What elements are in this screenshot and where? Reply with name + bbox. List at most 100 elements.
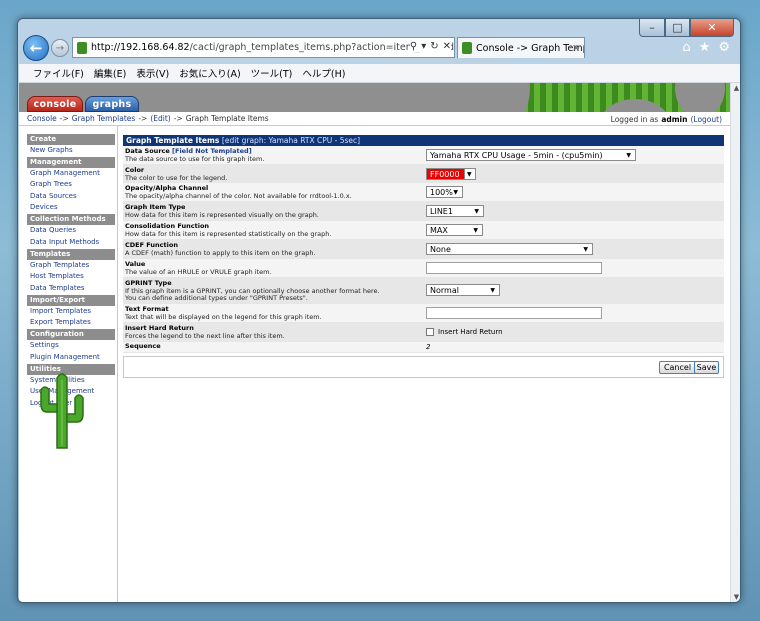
- field-text-format: Text Format Text that will be displayed …: [123, 304, 724, 323]
- field-color: Color The color to use for the legend. F…: [123, 165, 724, 183]
- sidebar-divider: [117, 126, 118, 602]
- field-opacity: Opacity/Alpha Channel The opacity/alpha …: [123, 183, 724, 202]
- sidebar-item-import-templates[interactable]: Import Templates: [27, 306, 115, 318]
- tab-graphs[interactable]: graphs: [85, 96, 139, 112]
- form-title-text: Graph Template Items: [126, 136, 220, 145]
- sidebar-item-data-queries[interactable]: Data Queries: [27, 225, 115, 237]
- opacity-value: 100%: [430, 187, 453, 197]
- cdef-value: None: [430, 244, 451, 254]
- chevron-down-icon: ▼: [626, 151, 631, 159]
- dropdown-arrow-icon[interactable]: ▾: [421, 41, 426, 52]
- menu-edit[interactable]: 編集(E): [94, 66, 126, 80]
- item-type-select[interactable]: LINE1 ▼: [426, 205, 484, 217]
- tab-title: Console -> Graph Templ...: [476, 42, 584, 54]
- breadcrumb-graph-templates[interactable]: Graph Templates: [72, 114, 136, 123]
- browser-tab[interactable]: Console -> Graph Templ... ×: [457, 37, 585, 58]
- data-source-value: Yamaha RTX CPU Usage - 5min - (cpu5min): [430, 150, 603, 160]
- chevron-down-icon: ▼: [467, 170, 472, 178]
- login-prefix: Logged in as: [610, 114, 659, 124]
- sidebar-heading-management: Management: [27, 156, 115, 168]
- menu-file[interactable]: ファイル(F): [33, 66, 84, 80]
- color-desc: The color to use for the legend.: [125, 173, 228, 182]
- breadcrumb-console[interactable]: Console: [27, 114, 57, 123]
- address-bar[interactable]: http://192.168.64.82/cacti/graph_templat…: [72, 37, 455, 58]
- sidebar-item-data-input-methods[interactable]: Data Input Methods: [27, 237, 115, 249]
- text-format-input[interactable]: [426, 307, 602, 319]
- value-control: [426, 262, 602, 274]
- scroll-up-icon[interactable]: ▲: [731, 83, 740, 94]
- forward-arrow-icon[interactable]: →: [51, 39, 69, 57]
- opacity-select[interactable]: 100% ▼: [426, 186, 463, 198]
- hard-return-checkbox-label[interactable]: Insert Hard Return: [438, 328, 503, 336]
- menu-view[interactable]: 表示(V): [136, 66, 169, 80]
- field-graph-item-type-label: Graph Item Type How data for this item i…: [125, 203, 420, 219]
- sidebar-heading-collection-methods: Collection Methods: [27, 214, 115, 225]
- breadcrumb-separator: ->: [173, 114, 183, 123]
- color-swatch-select[interactable]: FF0000: [426, 168, 464, 180]
- back-arrow-icon[interactable]: ←: [23, 35, 49, 61]
- breadcrumb-separator: ->: [138, 114, 148, 123]
- consolidation-value: MAX: [430, 225, 448, 235]
- gprint-select[interactable]: Normal ▼: [426, 284, 500, 296]
- sidebar-item-data-sources[interactable]: Data Sources: [27, 191, 115, 203]
- home-icon[interactable]: ⌂: [682, 40, 690, 55]
- field-graph-item-type: Graph Item Type How data for this item i…: [123, 202, 724, 221]
- breadcrumb-current: Graph Template Items: [185, 114, 269, 123]
- browser-tool-icons: ⌂ ★ ⚙: [682, 40, 730, 55]
- save-button[interactable]: Save: [694, 361, 719, 374]
- hard-return-checkbox-row: Insert Hard Return: [426, 328, 503, 336]
- sidebar-item-devices[interactable]: Devices: [27, 202, 115, 214]
- color-dropdown[interactable]: ▼: [464, 168, 476, 180]
- sidebar-item-graph-trees[interactable]: Graph Trees: [27, 179, 115, 191]
- stop-icon[interactable]: ✕: [443, 41, 451, 52]
- cdef-select[interactable]: None ▼: [426, 243, 593, 255]
- sidebar-item-new-graphs[interactable]: New Graphs: [27, 145, 115, 157]
- login-user: admin: [661, 114, 688, 124]
- scroll-down-icon[interactable]: ▼: [731, 592, 740, 602]
- sidebar-item-host-templates[interactable]: Host Templates: [27, 271, 115, 283]
- field-value: Value The value of an HRULE or VRULE gra…: [123, 259, 724, 278]
- field-not-templated-link[interactable]: [Field Not Templated]: [172, 147, 252, 155]
- sidebar-item-settings[interactable]: Settings: [27, 340, 115, 352]
- vertical-scrollbar[interactable]: ▲ ▼: [730, 83, 740, 602]
- data-source-desc: The data source to use for this graph it…: [125, 154, 265, 163]
- refresh-icon[interactable]: ↻: [430, 41, 438, 52]
- chevron-down-icon: ▼: [474, 207, 479, 215]
- data-source-select[interactable]: Yamaha RTX CPU Usage - 5min - (cpu5min) …: [426, 149, 636, 161]
- color-value: FF0000: [430, 169, 460, 179]
- form-actions: Cancel Save: [123, 356, 724, 378]
- sidebar-item-export-templates[interactable]: Export Templates: [27, 317, 115, 329]
- tab-close-icon[interactable]: ×: [572, 43, 580, 54]
- sidebar-item-graph-templates[interactable]: Graph Templates: [27, 260, 115, 272]
- item-type-value: LINE1: [430, 206, 453, 216]
- cactus-banner-image: [460, 83, 730, 112]
- favorites-star-icon[interactable]: ★: [699, 40, 711, 55]
- browser-window: – □ ✕ ← → http://192.168.64.82/cacti/gra…: [17, 18, 741, 603]
- field-sequence-label: Sequence: [125, 342, 420, 351]
- gprint-desc-presets: You can define additional types under "G…: [125, 294, 308, 302]
- settings-gear-icon[interactable]: ⚙: [718, 40, 730, 55]
- consolidation-desc: How data for this item is represented st…: [125, 229, 332, 238]
- breadcrumb-edit[interactable]: (Edit): [150, 114, 170, 123]
- consolidation-select[interactable]: MAX ▼: [426, 224, 483, 236]
- sidebar-item-plugin-management[interactable]: Plugin Management: [27, 352, 115, 364]
- logout-link[interactable]: (Logout): [690, 115, 722, 124]
- url-host: http://192.168.64.82: [91, 42, 190, 53]
- sidebar-item-graph-management[interactable]: Graph Management: [27, 168, 115, 180]
- field-data-source: Data Source [Field Not Templated] The da…: [123, 146, 724, 165]
- hard-return-control: Insert Hard Return: [426, 328, 503, 336]
- cancel-button[interactable]: Cancel: [659, 361, 696, 374]
- menu-favorites[interactable]: お気に入り(A): [179, 66, 240, 80]
- hard-return-checkbox[interactable]: [426, 328, 434, 336]
- chevron-down-icon: ▼: [583, 245, 588, 253]
- sidebar-item-data-templates[interactable]: Data Templates: [27, 283, 115, 295]
- value-input[interactable]: [426, 262, 602, 274]
- tab-console[interactable]: console: [27, 96, 83, 112]
- value-desc: The value of an HRULE or VRULE graph ite…: [125, 267, 272, 276]
- cactus-logo-image: [40, 373, 84, 449]
- menu-tools[interactable]: ツール(T): [251, 66, 293, 80]
- login-status: Logged in as admin (Logout): [611, 112, 722, 126]
- menu-help[interactable]: ヘルプ(H): [302, 66, 345, 80]
- field-value-label: Value The value of an HRULE or VRULE gra…: [125, 260, 420, 276]
- search-icon[interactable]: ⚲: [410, 41, 417, 52]
